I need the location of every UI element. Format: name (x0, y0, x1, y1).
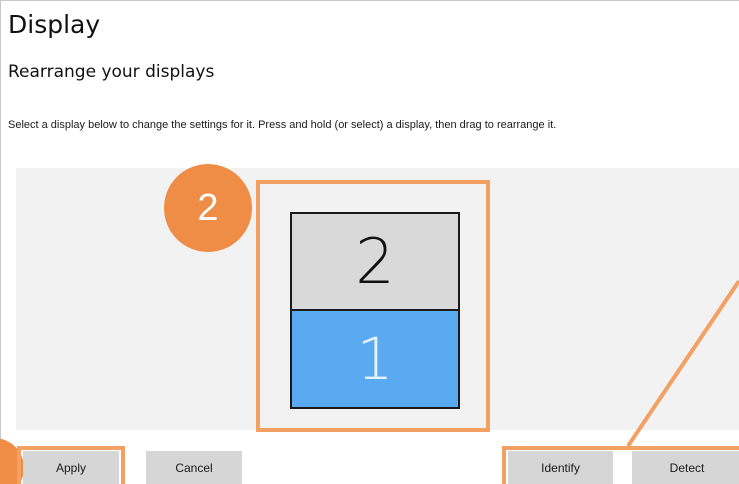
section-title: Rearrange your displays (8, 62, 215, 82)
instruction-text: Select a display below to change the set… (8, 119, 557, 131)
step-badge: 2 (164, 164, 252, 252)
display-1-tile[interactable]: 1 (290, 309, 460, 409)
apply-highlight-box (17, 446, 125, 484)
window-top-border (0, 0, 739, 1)
page-title: Display (8, 10, 101, 39)
window-left-border (0, 0, 1, 484)
identify-detect-highlight-box (502, 446, 739, 484)
display-2-tile[interactable]: 2 (290, 212, 460, 312)
cancel-button[interactable]: Cancel (146, 451, 242, 484)
display-settings-screen: Display Rearrange your displays Select a… (0, 0, 739, 484)
